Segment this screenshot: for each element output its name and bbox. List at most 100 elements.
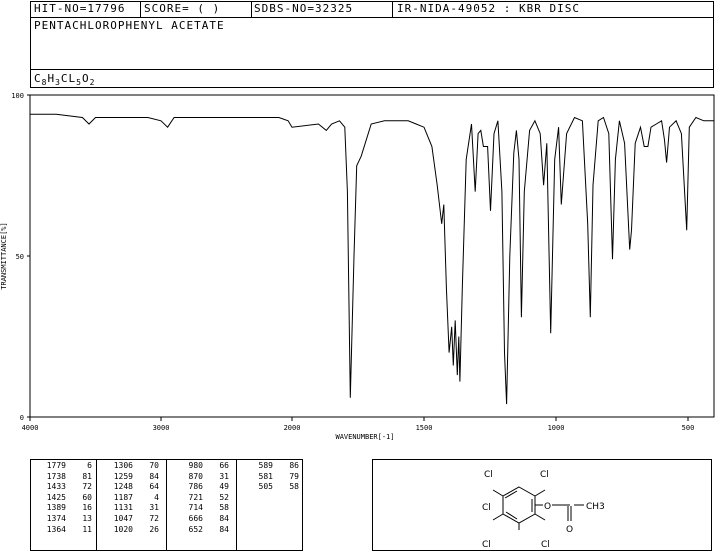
ir-spectrum-chart: 4000 3000 2000 1500 1000 500 0 50 100 WAVENUMBE… [0,92,715,441]
x-tick-label: 4000 [22,424,39,432]
bonds [492,489,584,530]
peak-wavenumber: 714 [188,503,203,513]
peak-transmittance: 72 [149,513,159,523]
peak-wavenumber: 581 [258,471,273,481]
x-axis-label: WAVENUMBER[-1] [335,433,394,441]
peak-wavenumber: 1779 [46,461,66,470]
peak-row: 1433 72 [36,482,92,493]
peak-row: 870 31 [173,472,229,483]
peak-row: 1738 81 [36,472,92,483]
peak-wavenumber: 1259 [113,471,133,481]
y-axis-ticks: 0 50 100 [11,92,30,422]
y-tick-label: 100 [11,92,24,100]
peak-transmittance: 6 [87,461,92,470]
peak-transmittance: 11 [82,524,92,534]
peak-wavenumber: 1374 [46,513,66,523]
peak-row: 1425 60 [36,493,92,504]
peak-row: 505 58 [243,482,299,493]
peak-row: 652 84 [173,525,229,536]
peak-row: 1374 13 [36,514,92,525]
peak-transmittance: 4 [154,492,159,502]
peak-wavenumber: 980 [188,461,203,470]
peak-transmittance: 84 [219,513,229,523]
peak-table-divider [236,459,237,551]
peak-column: 1306 70 1259 84 1248 64 1187 4 1131 31 1047 72 1020 2… [103,461,159,535]
peak-wavenumber: 666 [188,513,203,523]
y-tick-label: 0 [20,414,24,422]
peak-transmittance: 13 [82,513,92,523]
peak-row: 1364 11 [36,525,92,536]
peak-row: 721 52 [173,493,229,504]
peak-transmittance: 31 [149,503,159,513]
peak-wavenumber: 1738 [46,471,66,481]
peak-wavenumber: 1364 [46,524,66,534]
peak-wavenumber: 1020 [113,524,133,534]
peak-row: 1020 26 [103,525,159,536]
peak-row: 1389 16 [36,503,92,514]
peak-transmittance: 31 [219,471,229,481]
peak-row: 1259 84 [103,472,159,483]
peak-wavenumber: 1389 [46,503,66,513]
peak-row: 980 66 [173,461,229,472]
peak-wavenumber: 870 [188,471,203,481]
peak-wavenumber: 1047 [113,513,133,523]
atom-label-cl: Cl [484,470,493,480]
atom-label-o: O [544,502,551,512]
y-axis-label: TRANSMITTANCE[%] [0,222,8,289]
atom-label-cl: Cl [482,503,491,513]
peak-row: 1306 70 [103,461,159,472]
peak-wavenumber: 1433 [46,482,66,492]
peak-row: 581 79 [243,472,299,483]
plot-frame [29,94,715,418]
atom-label-cl: Cl [482,540,491,550]
peak-column: 589 86 581 79 505 58 [243,461,299,493]
atom-label-o: O [566,525,573,535]
peak-transmittance: 81 [82,471,92,481]
peak-table-divider [96,459,97,551]
peak-transmittance: 84 [149,471,159,481]
peak-wavenumber: 652 [188,524,203,534]
peak-transmittance: 72 [82,482,92,492]
peak-wavenumber: 589 [258,461,273,470]
peak-transmittance: 86 [289,461,299,470]
peak-row: 1131 31 [103,503,159,514]
atom-label-ch3: CH3 [586,502,605,512]
peak-row: 1248 64 [103,482,159,493]
peak-transmittance: 60 [82,492,92,502]
peak-transmittance: 58 [289,482,299,492]
peak-column: 980 66 870 31 786 49 721 52 714 58 666 84 652 84 [173,461,229,535]
peak-column: 1779 6 1738 81 1433 72 1425 60 1389 16 1374 13 1364 1… [36,461,92,535]
benzene-ring [502,486,536,524]
peak-wavenumber: 1306 [113,461,133,470]
peak-transmittance: 66 [219,461,229,470]
peak-table-divider [166,459,167,551]
peak-wavenumber: 1248 [113,482,133,492]
x-tick-label: 3000 [153,424,170,432]
peak-wavenumber: 1187 [113,492,133,502]
x-tick-label: 2000 [284,424,301,432]
peak-row: 1779 6 [36,461,92,472]
peak-wavenumber: 786 [188,482,203,492]
spectrum-line [30,113,715,405]
peak-transmittance: 64 [149,482,159,492]
x-tick-label: 500 [682,424,695,432]
peak-transmittance: 52 [219,492,229,502]
peak-transmittance: 26 [149,524,159,534]
peak-wavenumber: 721 [188,492,203,502]
peak-row: 666 84 [173,514,229,525]
x-axis-ticks: 4000 3000 2000 1500 1000 500 [22,417,695,432]
peak-row: 786 49 [173,482,229,493]
x-tick-label: 1000 [548,424,565,432]
peak-wavenumber: 1131 [113,503,133,513]
atom-label-cl: Cl [540,470,549,480]
peak-transmittance: 58 [219,503,229,513]
peak-transmittance: 70 [149,461,159,470]
molecule-structure: Cl Cl Cl Cl Cl O O CH3 [482,470,605,550]
peak-row: 1047 72 [103,514,159,525]
peak-row: 714 58 [173,503,229,514]
y-tick-label: 50 [16,253,24,261]
peak-wavenumber: 505 [258,482,273,492]
x-tick-label: 1500 [416,424,433,432]
peak-transmittance: 79 [289,471,299,481]
atom-label-cl: Cl [541,540,550,550]
